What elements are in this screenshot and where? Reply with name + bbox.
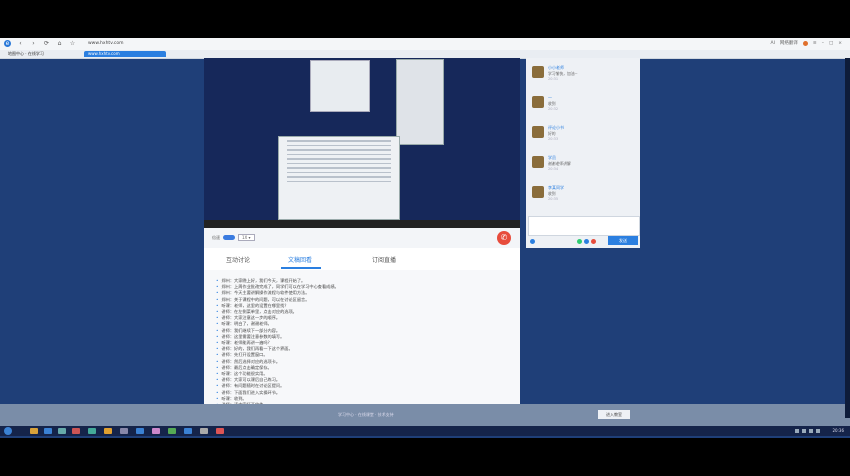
taskbar-app-icon[interactable] — [44, 428, 52, 434]
shared-window-side — [396, 59, 444, 145]
avatar — [532, 66, 544, 78]
extension-icon[interactable] — [802, 40, 808, 46]
chat-message: 一收到 20:32 — [532, 94, 636, 118]
player-controls: 倍速 1X ▾ ✆ — [204, 228, 520, 248]
tab-learning-center[interactable]: 地图中心 · 在线学习 — [4, 51, 48, 57]
taskbar-app-icon[interactable] — [136, 428, 144, 434]
emoji-icon[interactable] — [530, 238, 535, 244]
start-button[interactable] — [4, 427, 12, 435]
tab-subscribe[interactable]: 订阅直播 — [372, 255, 396, 264]
minimize-icon[interactable]: – — [822, 41, 824, 46]
tab-transcript[interactable]: 文稿回看 — [288, 255, 312, 264]
send-button[interactable]: 发送 — [608, 236, 638, 245]
translate-button[interactable]: 网络翻译 — [780, 40, 798, 46]
maximize-icon[interactable]: □ — [829, 41, 833, 46]
avatar — [532, 186, 544, 198]
chat-message: 评论小书 好的 20:33 — [532, 124, 636, 148]
taskbar-app-icon[interactable] — [30, 428, 38, 434]
volume-icon[interactable] — [816, 429, 820, 433]
speed-toggle[interactable] — [223, 235, 235, 240]
clock: 20:36 — [832, 428, 844, 433]
page-footer: 学习中心 · 在线课堂 · 技术支持 进入教室 — [0, 404, 850, 426]
chat-input[interactable] — [528, 216, 640, 236]
taskbar-app-icon[interactable] — [184, 428, 192, 434]
taskbar-app-icon[interactable] — [216, 428, 224, 434]
taskbar-app-icon[interactable] — [88, 428, 96, 434]
system-tray — [795, 429, 820, 433]
taskbar-app-icon[interactable] — [120, 428, 128, 434]
home-icon[interactable]: ⌂ — [56, 40, 63, 47]
avatar — [532, 96, 544, 108]
taskbar-app-icon[interactable] — [200, 428, 208, 434]
avatar — [532, 156, 544, 168]
browser-logo-icon: e — [4, 40, 11, 47]
chat-time: 20:35 — [548, 197, 559, 201]
shared-window-thumbnail — [310, 60, 370, 112]
shared-window-main — [278, 136, 400, 220]
taskbar-app-icon[interactable] — [104, 428, 112, 434]
like-icon[interactable] — [577, 238, 582, 244]
back-icon[interactable]: ‹ — [17, 40, 24, 47]
tray-icon[interactable] — [809, 429, 813, 433]
taskbar-app-icon[interactable] — [72, 428, 80, 434]
chat-message: 学员 谢谢老师讲解 20:34 — [532, 154, 636, 178]
ai-button[interactable]: AI — [771, 41, 775, 46]
speed-label: 倍速 — [212, 234, 220, 240]
star-icon[interactable]: ☆ — [69, 40, 76, 47]
menu-icon[interactable]: ≡ — [813, 41, 817, 46]
tab-hxhtv[interactable]: www.hxhtv.com — [84, 51, 166, 57]
taskbar: 20:36 — [0, 426, 850, 436]
tab-discussion[interactable]: 互动讨论 — [226, 255, 250, 264]
video-progress-bar[interactable] — [204, 220, 520, 228]
flower-icon[interactable] — [591, 238, 596, 244]
gift-icon[interactable] — [584, 238, 589, 244]
chat-message: 小小老师 学习愉快，加油~ 20:31 — [532, 64, 636, 88]
chat-time: 20:32 — [548, 107, 559, 111]
active-tab-indicator — [281, 267, 321, 269]
footer-button[interactable]: 进入教室 — [598, 410, 630, 419]
chat-message: 李某同学 收到 20:35 — [532, 184, 636, 208]
chat-time: 20:31 — [548, 77, 559, 81]
rate-select[interactable]: 1X ▾ — [238, 234, 255, 241]
taskbar-app-icon[interactable] — [58, 428, 66, 434]
refresh-icon[interactable]: ⟳ — [43, 40, 50, 47]
chat-time: 20:33 — [548, 137, 559, 141]
tray-icon[interactable] — [795, 429, 799, 433]
desktop-screen: e ‹ › ⟳ ⌂ ☆ www.hxhtv.com AI 网络翻译 ≡ – □ … — [0, 38, 850, 438]
content-tabs: 互动讨论 文稿回看 订阅直播 — [204, 248, 520, 271]
forward-icon[interactable]: › — [30, 40, 37, 47]
hangup-button[interactable]: ✆ — [497, 231, 511, 245]
taskbar-app-icon[interactable] — [152, 428, 160, 434]
footer-text: 学习中心 · 在线课堂 · 技术支持 — [338, 412, 394, 417]
tray-icon[interactable] — [802, 429, 806, 433]
taskbar-app-icon[interactable] — [168, 428, 176, 434]
address-bar[interactable]: www.hxhtv.com — [88, 40, 588, 47]
transcript-panel: 郑州：大家晚上好，我们今天，课程开始了。郑州：上周作业批改完成了，同学们可以在学… — [204, 270, 520, 426]
chat-time: 20:34 — [548, 167, 559, 171]
scrollbar[interactable] — [845, 58, 850, 418]
close-icon[interactable]: × — [838, 41, 842, 46]
avatar — [532, 126, 544, 138]
